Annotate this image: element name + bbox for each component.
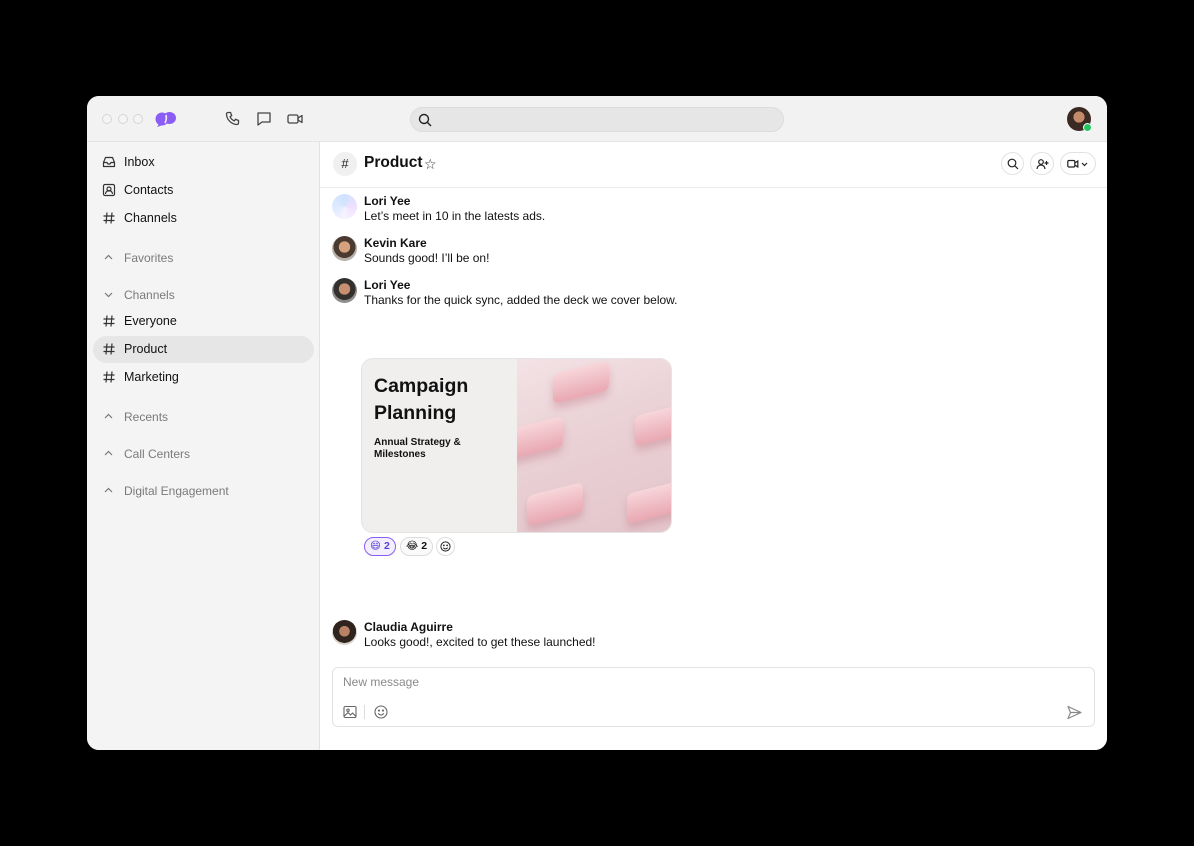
hash-icon (103, 212, 115, 224)
add-member-button[interactable] (1030, 152, 1054, 175)
search-icon (1007, 158, 1019, 170)
message-input[interactable] (343, 675, 1043, 693)
section-label: Recents (124, 410, 169, 424)
sidebar-item-product[interactable]: Product (93, 336, 314, 363)
phone-icon[interactable] (224, 110, 242, 128)
attachment-subtitle: Annual Strategy & Milestones (374, 437, 461, 460)
reaction-count: 2 (383, 540, 390, 552)
reaction-emoji: 😂 (406, 540, 419, 552)
sidebar-item-marketing[interactable]: Marketing (93, 364, 314, 391)
reaction-emoji: 😄 (370, 540, 381, 552)
channel-view: # Product ☆ Lori Yee Let’s meet in 10 in… (320, 142, 1107, 750)
sidebar-item-label: Marketing (124, 370, 179, 384)
chevron-up-icon (104, 413, 113, 419)
channel-title: Product (364, 154, 423, 171)
hash-icon (103, 371, 115, 383)
sidebar-item-everyone[interactable]: Everyone (93, 308, 314, 335)
reaction-pill[interactable]: 😄 2 (364, 537, 396, 556)
online-status-indicator (1083, 123, 1092, 132)
chevron-up-icon (104, 450, 113, 456)
hash-icon (103, 343, 115, 355)
sidebar-item-inbox[interactable]: Inbox (93, 149, 314, 176)
avatar[interactable] (332, 236, 357, 261)
chevron-up-icon (104, 254, 113, 260)
message-text: Let’s meet in 10 in the latests ads. (364, 209, 546, 223)
app-window: Inbox Contacts Channels Favorites Channe… (87, 96, 1107, 750)
hash-icon (103, 315, 115, 327)
sidebar-item-label: Contacts (124, 183, 174, 197)
avatar[interactable] (332, 620, 357, 645)
window-close-button[interactable] (102, 114, 112, 124)
sidebar-item-label: Everyone (124, 314, 177, 328)
message-sender[interactable]: Lori Yee (364, 194, 410, 208)
favorite-star-icon[interactable]: ☆ (424, 156, 437, 173)
global-search[interactable] (410, 107, 784, 132)
sidebar-item-channels[interactable]: Channels (93, 205, 314, 232)
toolbar-divider (364, 705, 365, 719)
message-sender[interactable]: Lori Yee (364, 278, 410, 292)
avatar[interactable] (332, 278, 357, 303)
device-frame: Inbox Contacts Channels Favorites Channe… (0, 0, 1194, 846)
section-recents[interactable]: Recents (93, 406, 314, 428)
message-text: Thanks for the quick sync, added the dec… (364, 293, 678, 307)
contacts-icon (102, 183, 116, 197)
avatar[interactable] (332, 194, 357, 219)
channel-search-button[interactable] (1001, 152, 1024, 175)
send-icon[interactable] (1066, 704, 1083, 721)
chevron-up-icon (104, 487, 113, 493)
sidebar-item-label: Product (124, 342, 168, 356)
message-text: Sounds good! I’ll be on! (364, 251, 490, 265)
smiley-icon (440, 541, 451, 552)
message-sender[interactable]: Kevin Kare (364, 236, 427, 250)
sidebar-item-label: Inbox (124, 155, 155, 169)
window-maximize-button[interactable] (133, 114, 143, 124)
section-digital-engagement[interactable]: Digital Engagement (93, 480, 314, 502)
section-favorites[interactable]: Favorites (93, 247, 314, 269)
sidebar-item-contacts[interactable]: Contacts (93, 177, 314, 204)
channel-hash-icon: # (333, 152, 357, 176)
emoji-icon[interactable] (373, 704, 389, 720)
add-reaction-button[interactable] (436, 537, 455, 556)
section-label: Channels (124, 288, 175, 302)
search-input[interactable] (439, 111, 769, 129)
inbox-icon (102, 156, 116, 168)
channel-header: # Product ☆ (320, 142, 1107, 188)
message-composer (332, 667, 1095, 727)
window-minimize-button[interactable] (118, 114, 128, 124)
attachment-title: Campaign Planning (374, 375, 469, 424)
reaction-count: 2 (421, 540, 428, 552)
app-logo-icon (155, 112, 176, 127)
message-text: Looks good!, excited to get these launch… (364, 635, 596, 649)
image-attach-icon[interactable] (342, 704, 358, 720)
title-bar (87, 96, 1107, 142)
section-label: Call Centers (124, 447, 191, 461)
section-channels[interactable]: Channels (93, 284, 314, 306)
chat-bubble-icon[interactable] (255, 110, 273, 128)
section-call-centers[interactable]: Call Centers (93, 443, 314, 465)
chevron-down-icon (104, 292, 113, 298)
search-icon (418, 113, 432, 127)
sidebar: Inbox Contacts Channels Favorites Channe… (87, 142, 320, 750)
section-label: Digital Engagement (124, 484, 229, 498)
message-sender[interactable]: Claudia Aguirre (364, 620, 453, 634)
sidebar-item-label: Channels (124, 211, 177, 225)
section-label: Favorites (124, 251, 174, 265)
video-camera-chevron-icon (1067, 159, 1088, 169)
reaction-pill[interactable]: 😂 2 (400, 537, 434, 556)
add-user-icon (1036, 159, 1049, 170)
video-call-menu-button[interactable] (1060, 152, 1096, 175)
attachment-cover-image (517, 359, 671, 532)
attachment-card[interactable]: Campaign Planning Annual Strategy & Mile… (361, 358, 672, 533)
video-camera-icon[interactable] (286, 110, 304, 128)
